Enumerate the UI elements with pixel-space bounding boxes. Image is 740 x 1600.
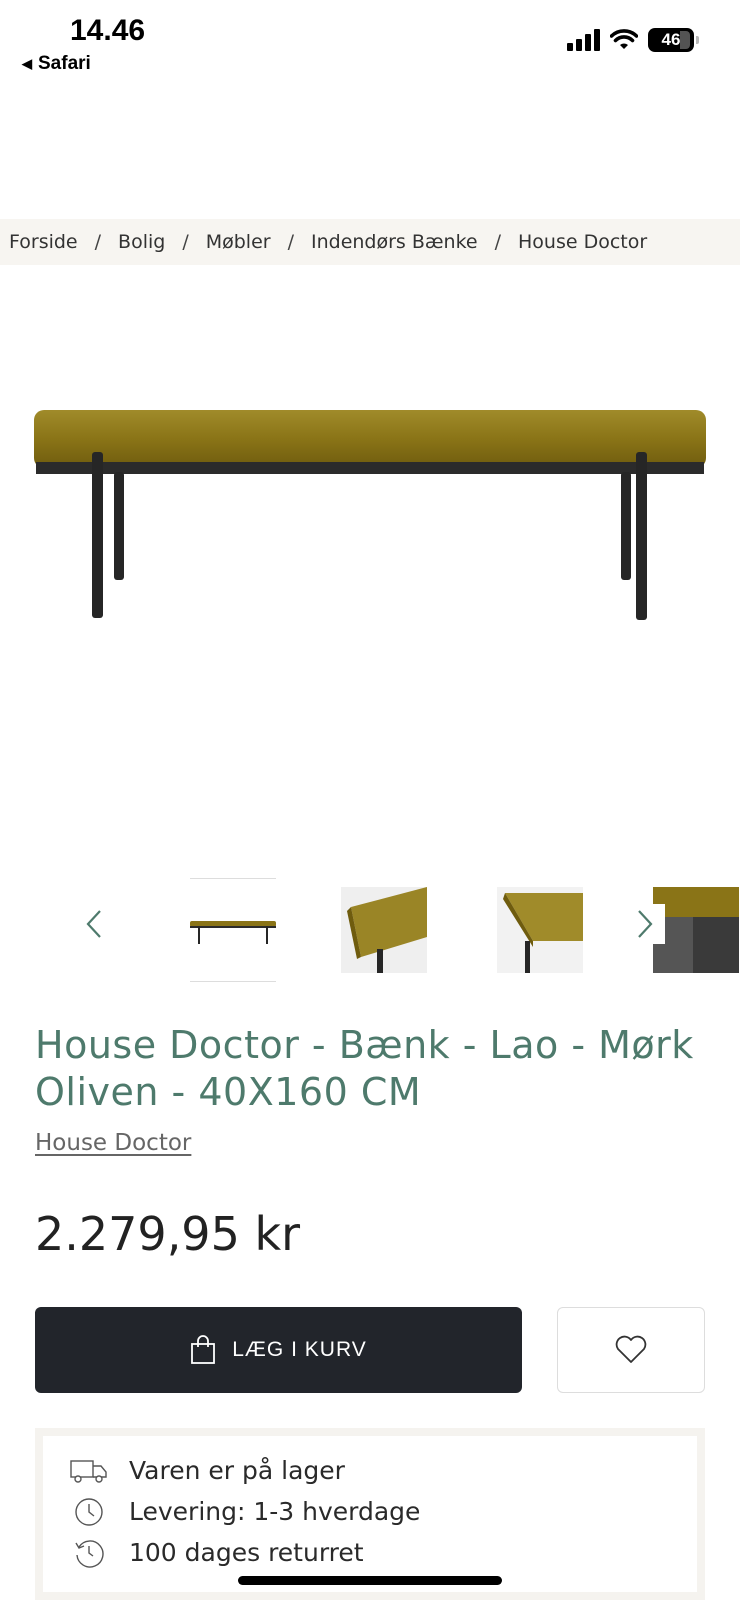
back-app-label: Safari — [38, 53, 91, 74]
breadcrumb-separator: / — [494, 231, 502, 253]
shopping-bag-icon — [191, 1335, 216, 1364]
brand-link[interactable]: House Doctor — [35, 1130, 191, 1156]
truck-icon — [69, 1455, 109, 1487]
breadcrumb-forside[interactable]: Forside — [9, 231, 78, 253]
wishlist-button[interactable] — [557, 1307, 705, 1393]
info-stock-text: Varen er på lager — [129, 1456, 345, 1485]
breadcrumb: Forside / Bolig / Møbler / Indendørs Bæn… — [0, 219, 740, 265]
add-to-cart-label: LÆG I KURV — [232, 1338, 367, 1361]
delivery-info-box: Varen er på lager Levering: 1-3 hverdage… — [35, 1428, 705, 1600]
add-to-cart-button[interactable]: LÆG I KURV — [35, 1307, 522, 1393]
heart-icon — [615, 1335, 647, 1363]
product-image[interactable] — [30, 400, 710, 640]
chevron-left-icon[interactable] — [74, 904, 114, 944]
thumbnail-4[interactable] — [653, 887, 739, 973]
chevron-right-icon[interactable] — [625, 904, 665, 944]
gallery-thumbnails — [0, 876, 740, 986]
info-stock-row: Varen er på lager — [43, 1450, 697, 1491]
info-return-row: 100 dages returret — [43, 1532, 697, 1573]
info-delivery-row: Levering: 1-3 hverdage — [43, 1491, 697, 1532]
clock-icon — [69, 1496, 109, 1528]
info-delivery-text: Levering: 1-3 hverdage — [129, 1497, 421, 1526]
product-price: 2.279,95 kr — [35, 1207, 301, 1261]
home-indicator[interactable] — [238, 1576, 502, 1585]
breadcrumb-separator: / — [182, 231, 189, 253]
breadcrumb-separator: / — [287, 231, 294, 253]
status-time: 14.46 — [70, 14, 146, 47]
status-bar: 14.46 ◀ Safari 46 — [0, 0, 740, 90]
breadcrumb-house-doctor[interactable]: House Doctor — [518, 231, 647, 253]
product-title: House Doctor - Bænk - Lao - Mørk Oliven … — [35, 1023, 694, 1114]
wifi-icon — [610, 29, 638, 49]
thumbnail-3[interactable] — [497, 887, 583, 973]
return-clock-icon — [69, 1537, 109, 1569]
battery-icon: 46 — [648, 28, 699, 52]
back-triangle-icon: ◀ — [22, 56, 32, 71]
thumbnail-1[interactable] — [190, 878, 276, 982]
info-return-text: 100 dages returret — [129, 1538, 364, 1567]
back-to-safari-button[interactable]: ◀ Safari — [22, 53, 91, 75]
breadcrumb-mobler[interactable]: Møbler — [206, 231, 271, 253]
breadcrumb-indendors-baenke[interactable]: Indendørs Bænke — [311, 231, 478, 253]
thumbnail-2[interactable] — [341, 887, 427, 973]
cellular-signal-icon — [567, 29, 600, 51]
breadcrumb-separator: / — [94, 231, 102, 253]
status-icons: 46 — [567, 28, 699, 52]
breadcrumb-bolig[interactable]: Bolig — [118, 231, 165, 253]
battery-level: 46 — [661, 30, 681, 49]
